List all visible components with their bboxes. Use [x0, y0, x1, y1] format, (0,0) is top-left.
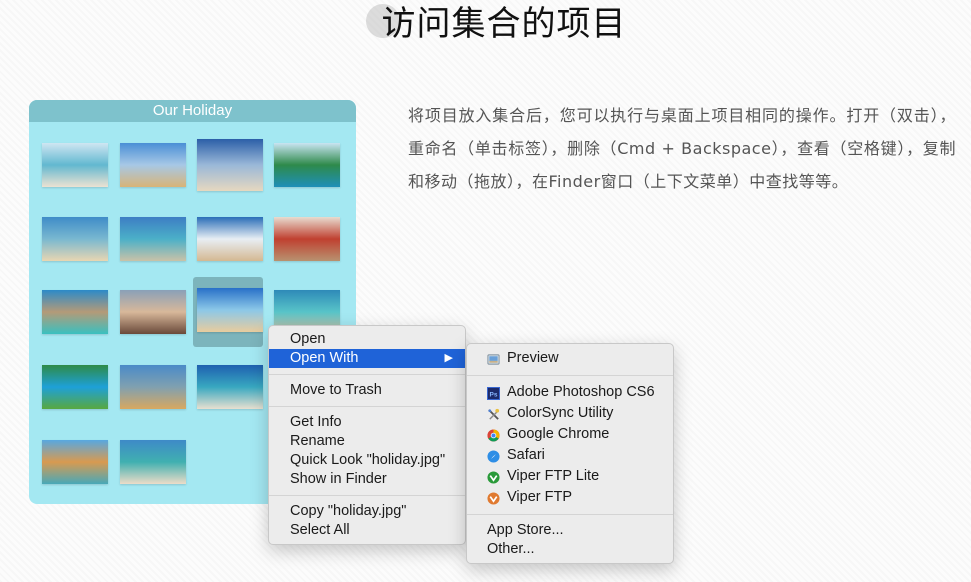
submenu-item-label: Viper FTP Lite [507, 468, 600, 484]
viper-ftp-lite-icon [487, 470, 500, 484]
photo-thumbnail[interactable] [120, 290, 186, 334]
submenu-item-label: Safari [507, 447, 545, 463]
menu-item-label: Get Info [290, 414, 342, 430]
photo-thumbnail[interactable] [274, 143, 340, 187]
menu-item-label: Select All [290, 522, 350, 538]
photo-thumbnail[interactable] [197, 365, 263, 409]
submenu-item-app-store[interactable]: App Store... [467, 521, 673, 540]
menu-item-label: Quick Look "holiday.jpg" [290, 452, 446, 468]
chrome-icon [487, 428, 500, 442]
menu-separator [269, 374, 465, 375]
photo-thumbnail[interactable] [197, 139, 263, 191]
menu-item-rename[interactable]: Rename [269, 432, 465, 451]
page-title: 访问集合的项目 [381, 4, 627, 44]
photo-thumbnail[interactable] [42, 290, 108, 334]
safari-icon [487, 449, 500, 463]
submenu-item-label: Adobe Photoshop CS6 [507, 384, 655, 400]
menu-item-move-to-trash[interactable]: Move to Trash [269, 381, 465, 400]
menu-separator [269, 406, 465, 407]
menu-item-label: Open [290, 331, 326, 347]
menu-item-show-in-finder[interactable]: Show in Finder [269, 470, 465, 489]
menu-item-label: Show in Finder [290, 471, 387, 487]
photo-thumbnail[interactable] [197, 217, 263, 261]
menu-separator [467, 514, 673, 515]
submenu-item-viper-ftp[interactable]: Viper FTP [467, 487, 673, 508]
menu-item-label: Copy "holiday.jpg" [290, 503, 407, 519]
menu-item-label: Open With [290, 350, 359, 366]
menu-item-copy-holiday-jpg[interactable]: Copy "holiday.jpg" [269, 502, 465, 521]
menu-item-select-all[interactable]: Select All [269, 521, 465, 540]
collection-title: Our Holiday [29, 100, 356, 122]
context-menu: Open Open With ▶ Move to Trash Get Info Renam… [268, 325, 466, 545]
submenu-arrow-icon: ▶ [444, 352, 453, 364]
photo-thumbnail[interactable] [197, 288, 263, 332]
submenu-item-label: Preview [507, 350, 559, 366]
photo-thumbnail[interactable] [42, 440, 108, 484]
photo-thumbnail[interactable] [42, 365, 108, 409]
submenu-item-other[interactable]: Other... [467, 540, 673, 559]
submenu-item-label: Viper FTP [507, 489, 573, 505]
submenu-item-label: Other... [487, 541, 535, 557]
photo-thumbnail[interactable] [120, 217, 186, 261]
menu-item-open[interactable]: Open [269, 330, 465, 349]
photo-thumbnail[interactable] [120, 440, 186, 484]
preview-icon [487, 352, 500, 365]
menu-item-quick-look-holiday-jpg[interactable]: Quick Look "holiday.jpg" [269, 451, 465, 470]
viper-ftp-icon [487, 491, 500, 505]
menu-item-get-info[interactable]: Get Info [269, 413, 465, 432]
photo-thumbnail[interactable] [274, 217, 340, 261]
menu-item-open-with[interactable]: Open With ▶ [269, 349, 465, 368]
colorsync-icon [487, 407, 500, 420]
svg-text:Ps: Ps [490, 391, 498, 398]
photoshop-icon: Ps [487, 386, 500, 400]
submenu-item-adobe-photoshop-cs6[interactable]: Ps Adobe Photoshop CS6 [467, 382, 673, 403]
submenu-item-safari[interactable]: Safari [467, 445, 673, 466]
photo-thumbnail[interactable] [42, 143, 108, 187]
submenu-item-label: Google Chrome [507, 426, 610, 442]
submenu-item-google-chrome[interactable]: Google Chrome [467, 424, 673, 445]
menu-separator [269, 495, 465, 496]
photo-thumbnail[interactable] [42, 217, 108, 261]
photo-thumbnail[interactable] [120, 143, 186, 187]
menu-separator [467, 375, 673, 376]
submenu-item-viper-ftp-lite[interactable]: Viper FTP Lite [467, 466, 673, 487]
open-with-submenu: Preview Ps Adobe Photoshop CS6 ColorSync Ut… [466, 343, 674, 564]
submenu-item-label: App Store... [487, 522, 564, 538]
submenu-item-label: ColorSync Utility [507, 405, 614, 421]
menu-item-label: Move to Trash [290, 382, 382, 398]
page-description: 将项目放入集合后，您可以执行与桌面上项目相同的操作。打开（双击），重命名（单击标… [408, 106, 956, 191]
menu-item-label: Rename [290, 433, 345, 449]
photo-thumbnail[interactable] [120, 365, 186, 409]
submenu-item-colorsync-utility[interactable]: ColorSync Utility [467, 403, 673, 424]
submenu-item-preview[interactable]: Preview [467, 348, 673, 369]
